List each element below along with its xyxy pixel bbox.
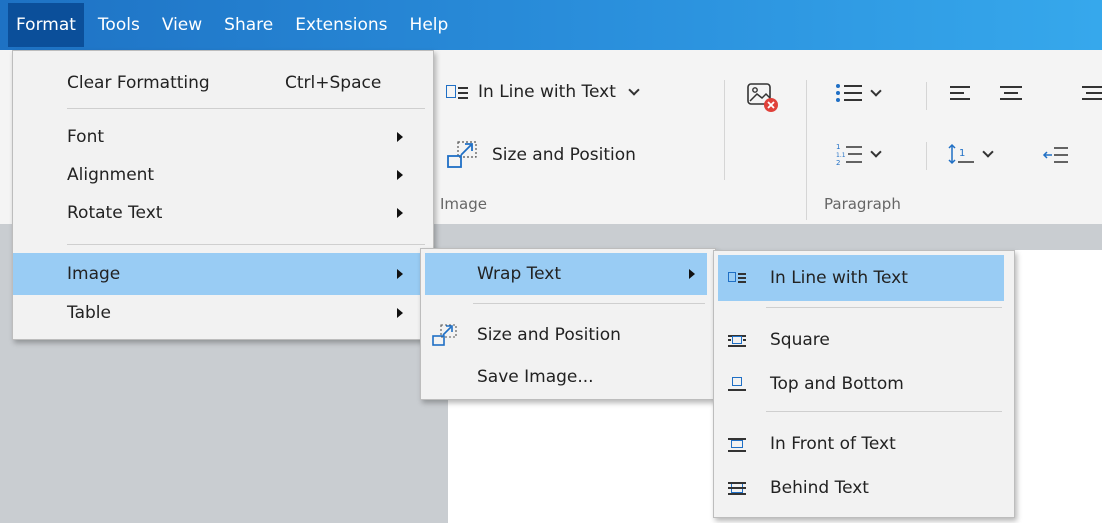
menu-share[interactable]: Share	[224, 15, 273, 35]
chevron-down-icon	[982, 146, 994, 158]
menu-separator	[67, 108, 425, 109]
submenu-arrow-icon	[689, 269, 695, 279]
svg-text:1: 1	[836, 143, 840, 151]
wrap-square-icon	[728, 333, 746, 347]
align-center-icon[interactable]	[1000, 84, 1024, 104]
menu-item-font[interactable]: Font	[13, 119, 433, 155]
wrap-inline-icon	[446, 83, 468, 101]
ribbon-separator	[926, 82, 927, 110]
menu-item-label: Clear Formatting	[67, 73, 210, 93]
menu-item-image[interactable]: Image	[13, 253, 433, 295]
ribbon-separator	[926, 142, 927, 170]
submenu-arrow-icon	[397, 269, 403, 279]
submenu-arrow-icon	[397, 132, 403, 142]
numbered-list-button[interactable]: 1 1.1 2	[836, 142, 882, 166]
shortcut-label: Ctrl+Space	[285, 73, 382, 93]
menu-format[interactable]: Format	[8, 3, 84, 47]
wrap-text-dropdown[interactable]: In Line with Text	[446, 82, 640, 102]
menu-item-behind-text[interactable]: Behind Text	[714, 467, 1014, 509]
menu-extensions[interactable]: Extensions	[295, 15, 387, 35]
wrap-in-front-icon	[728, 437, 746, 452]
menu-bar: Format Tools View Share Extensions Help	[0, 0, 1102, 50]
menu-item-table[interactable]: Table	[13, 295, 433, 331]
bullet-list-button[interactable]	[836, 82, 882, 104]
menu-item-size-position[interactable]: Size and Position	[421, 315, 715, 355]
svg-text:1.1: 1.1	[836, 152, 846, 159]
paragraph-group-label: Paragraph	[824, 195, 901, 213]
ribbon-separator	[724, 80, 725, 180]
chevron-down-icon	[870, 85, 882, 97]
menu-item-label: Rotate Text	[67, 203, 163, 223]
wrap-text-label: In Line with Text	[478, 82, 616, 102]
menu-item-save-image[interactable]: Save Image...	[421, 357, 715, 397]
size-position-label: Size and Position	[492, 145, 636, 165]
menu-item-label: Table	[67, 303, 111, 323]
menu-separator	[766, 307, 1002, 308]
line-spacing-button[interactable]: 1	[948, 142, 994, 166]
menu-item-label: Size and Position	[477, 325, 621, 345]
svg-text:1: 1	[959, 148, 965, 159]
wrap-text-submenu: In Line with Text Square Top and Bottom …	[713, 250, 1015, 518]
bullet-list-icon	[836, 82, 864, 104]
menu-item-wrap-text[interactable]: Wrap Text	[425, 253, 707, 295]
menu-item-label: Square	[770, 330, 830, 350]
menu-item-top-and-bottom[interactable]: Top and Bottom	[714, 363, 1014, 405]
decrease-indent-icon[interactable]	[1042, 146, 1070, 168]
line-spacing-icon: 1	[948, 143, 974, 165]
menu-item-label: Top and Bottom	[770, 374, 904, 394]
image-submenu: Wrap Text Size and Position Save Image..…	[420, 248, 716, 400]
wrap-inline-icon	[728, 270, 746, 284]
menu-separator	[473, 303, 705, 304]
menu-item-square[interactable]: Square	[714, 319, 1014, 361]
remove-image-icon[interactable]	[746, 82, 780, 114]
menu-item-in-front-of-text[interactable]: In Front of Text	[714, 423, 1014, 465]
format-menu: Clear Formatting Ctrl+Space Font Alignme…	[12, 50, 434, 340]
menu-item-rotate-text[interactable]: Rotate Text	[13, 195, 433, 231]
menu-item-label: Font	[67, 127, 105, 147]
menu-item-clear-formatting[interactable]: Clear Formatting Ctrl+Space	[13, 65, 433, 101]
menu-item-label: Wrap Text	[477, 264, 562, 284]
submenu-arrow-icon	[397, 208, 403, 218]
menu-item-label: Alignment	[67, 165, 155, 185]
image-group-label: Image	[440, 195, 487, 213]
menu-item-alignment[interactable]: Alignment	[13, 157, 433, 193]
size-position-button[interactable]: Size and Position	[446, 140, 636, 170]
size-position-icon	[447, 141, 477, 168]
menu-item-label: Image	[67, 264, 121, 284]
menu-item-label: In Line with Text	[770, 268, 908, 288]
align-right-icon[interactable]	[1078, 84, 1102, 104]
wrap-top-bottom-icon	[728, 377, 746, 391]
menu-separator	[67, 244, 425, 245]
ribbon-separator	[806, 80, 807, 220]
size-position-icon	[432, 324, 457, 346]
menu-tools[interactable]: Tools	[98, 15, 140, 35]
menu-item-label: Behind Text	[770, 478, 869, 498]
submenu-arrow-icon	[397, 170, 403, 180]
svg-text:2: 2	[836, 159, 840, 166]
menu-view[interactable]: View	[162, 15, 202, 35]
menu-item-label: In Front of Text	[770, 434, 896, 454]
menu-item-label: Save Image...	[477, 367, 594, 387]
menu-item-in-line-with-text[interactable]: In Line with Text	[718, 255, 1004, 301]
menu-help[interactable]: Help	[410, 15, 449, 35]
chevron-down-icon	[870, 146, 882, 158]
wrap-behind-icon	[728, 481, 746, 495]
numbered-list-icon: 1 1.1 2	[836, 143, 862, 166]
menu-separator	[766, 411, 1002, 412]
align-left-icon[interactable]	[950, 84, 974, 104]
submenu-arrow-icon	[397, 308, 403, 318]
chevron-down-icon	[628, 84, 640, 96]
